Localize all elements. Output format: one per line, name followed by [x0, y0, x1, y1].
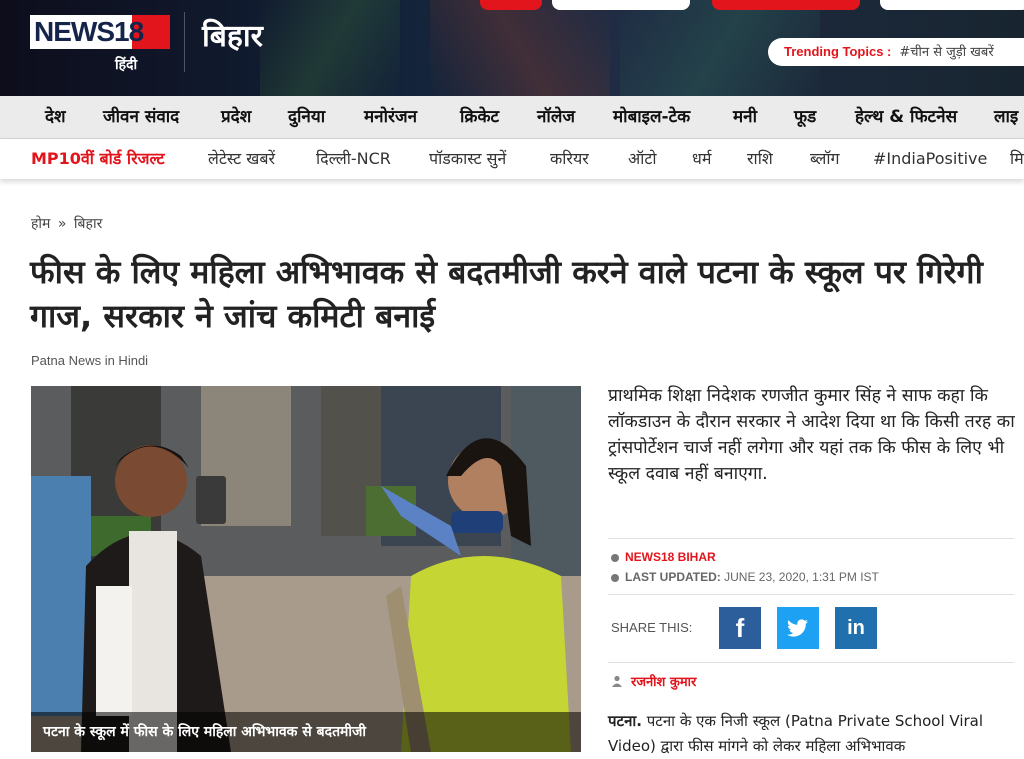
top-button-1[interactable]: [480, 0, 542, 10]
bullet-icon: [611, 553, 619, 562]
article-summary: प्राथमिक शिक्षा निदेशक रणजीत कुमार सिंह …: [608, 386, 1015, 484]
image-caption: पटना के स्कूल में फीस के लिए महिला अभिभा…: [31, 712, 581, 752]
nav-item[interactable]: मोबाइल-टेक: [613, 96, 690, 138]
nav-item[interactable]: फूड: [794, 96, 816, 138]
header-decor: [430, 0, 610, 96]
facebook-share-button[interactable]: f: [719, 607, 761, 649]
nav-item[interactable]: दिल्ली-NCR: [316, 139, 391, 179]
author-line: रजनीश कुमार: [611, 672, 696, 691]
breadcrumb-separator: »: [57, 216, 67, 232]
nav-item[interactable]: ब्लॉग: [810, 139, 840, 179]
news18-logo[interactable]: NEWS18 हिंदी: [30, 9, 170, 79]
nav-item[interactable]: #IndiaPositive: [873, 139, 987, 179]
top-button-3[interactable]: [880, 0, 1024, 10]
nav-item[interactable]: मि: [1010, 139, 1024, 179]
twitter-icon: [787, 619, 808, 637]
nav-item[interactable]: ऑटो: [628, 139, 657, 179]
breadcrumb-current[interactable]: बिहार: [74, 216, 102, 232]
top-search-box[interactable]: [552, 0, 690, 10]
nav-item[interactable]: प्रदेश: [221, 96, 251, 138]
body-paragraph: पटना के एक निजी स्कूल (Patna Private Sch…: [608, 712, 984, 755]
site-header: NEWS18 हिंदी बिहार Trending Topics : #चीन…: [0, 0, 1024, 96]
trending-topics-bar: Trending Topics : #चीन से जुड़ी खबरें: [768, 38, 1024, 66]
top-button-2[interactable]: [712, 0, 860, 10]
nav-item[interactable]: पॉडकास्ट सुनें: [429, 139, 506, 179]
nav-item[interactable]: धर्म: [692, 139, 711, 179]
nav-item-board-result[interactable]: MP10वीं बोर्ड रिजल्ट: [31, 139, 165, 179]
source-line: NEWS18 BIHAR: [611, 550, 716, 564]
header-decor: [260, 0, 400, 96]
article-photo: [31, 386, 581, 752]
nav-item[interactable]: मनोरंजन: [364, 96, 417, 138]
nav-item[interactable]: हेल्थ & फिटनेस: [855, 96, 957, 138]
nav-item[interactable]: क्रिकेट: [460, 96, 499, 138]
updated-line: LAST UPDATED: JUNE 23, 2020, 1:31 PM IST: [611, 570, 879, 584]
divider: [608, 538, 1014, 539]
breadcrumb-home[interactable]: होम: [31, 216, 50, 232]
nav-item[interactable]: देश: [45, 96, 66, 138]
trending-label: Trending Topics :: [784, 44, 892, 59]
divider: [608, 594, 1014, 595]
header-divider: [184, 12, 185, 72]
share-label: SHARE THIS:: [611, 620, 693, 635]
nav-item[interactable]: लेटेस्ट खबरें: [208, 139, 275, 179]
updated-label: LAST UPDATED:: [625, 570, 721, 584]
section-title[interactable]: बिहार: [202, 14, 263, 55]
article-image[interactable]: पटना के स्कूल में फीस के लिए महिला अभिभा…: [31, 386, 581, 752]
logo-hindi-text: हिंदी: [115, 57, 138, 73]
primary-nav: देश जीवन संवाद प्रदेश दुनिया मनोरंजन क्र…: [0, 96, 1024, 139]
author-name[interactable]: रजनीश कुमार: [631, 675, 696, 690]
nav-item[interactable]: लाइ: [994, 96, 1018, 138]
twitter-share-button[interactable]: [777, 607, 819, 649]
dateline: पटना.: [608, 712, 642, 730]
person-icon: [611, 675, 623, 691]
linkedin-share-button[interactable]: in: [835, 607, 877, 649]
source-name[interactable]: NEWS18 BIHAR: [625, 550, 716, 564]
nav-item[interactable]: नॉलेज: [537, 96, 575, 138]
trending-link[interactable]: #चीन से जुड़ी खबरें: [899, 45, 993, 60]
nav-item[interactable]: जीवन संवाद: [103, 96, 179, 138]
facebook-icon: f: [735, 613, 745, 643]
nav-item[interactable]: दुनिया: [288, 96, 325, 138]
updated-value: JUNE 23, 2020, 1:31 PM IST: [724, 570, 879, 584]
article-headline: फीस के लिए महिला अभिभावक से बदतमीजी करने…: [30, 253, 983, 335]
bullet-icon: [611, 573, 619, 582]
divider: [608, 662, 1014, 663]
linkedin-icon: in: [847, 617, 865, 639]
secondary-nav: MP10वीं बोर्ड रिजल्ट लेटेस्ट खबरें दिल्ल…: [0, 139, 1024, 179]
nav-item[interactable]: मनी: [733, 96, 757, 138]
logo-news-text: NEWS18: [30, 15, 170, 49]
article-tag[interactable]: Patna News in Hindi: [31, 353, 148, 368]
nav-item[interactable]: करियर: [550, 139, 589, 179]
breadcrumb: होम » बिहार: [31, 214, 102, 233]
nav-item[interactable]: राशि: [747, 139, 773, 179]
